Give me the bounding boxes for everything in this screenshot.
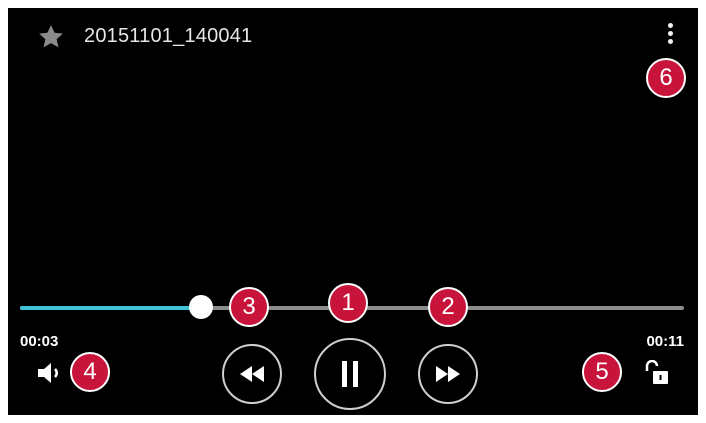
fast-forward-button[interactable] [418, 344, 478, 404]
seek-bar-thumb[interactable] [189, 295, 214, 319]
seek-bar-progress [20, 306, 202, 310]
pause-button[interactable] [314, 338, 386, 410]
video-surface[interactable] [8, 64, 698, 275]
rewind-button[interactable] [222, 344, 282, 404]
video-title: 20151101_140041 [84, 25, 253, 47]
volume-icon[interactable] [36, 360, 64, 386]
more-vert-icon[interactable] [658, 20, 682, 52]
rewind-icon [240, 366, 264, 382]
pause-icon [342, 361, 358, 387]
callout-badge-6: 6 [646, 58, 686, 98]
callout-badge-2: 2 [428, 287, 468, 327]
top-bar: 20151101_140041 [8, 8, 698, 64]
unlock-icon[interactable] [644, 360, 670, 386]
callout-badge-4: 4 [70, 352, 110, 392]
star-icon[interactable] [36, 22, 66, 52]
duration-time: 00:11 [646, 333, 684, 350]
fast-forward-icon [436, 366, 460, 382]
current-time: 00:03 [20, 333, 59, 350]
callout-badge-1: 1 [328, 283, 368, 323]
callout-badge-5: 5 [582, 352, 622, 392]
callout-badge-3: 3 [229, 287, 269, 327]
video-player-screen: 20151101_140041 00:03 00:11 1 2 3 4 5 6 [8, 8, 698, 415]
